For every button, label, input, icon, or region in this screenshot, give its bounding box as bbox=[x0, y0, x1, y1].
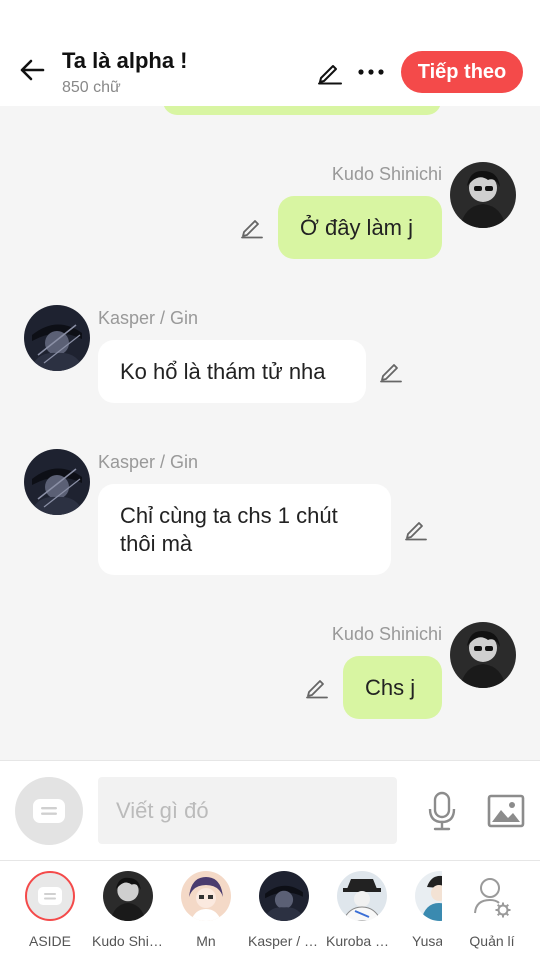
message-text: Chs j bbox=[365, 674, 416, 700]
character-aside[interactable]: ASIDE bbox=[20, 871, 80, 955]
edit-message-button[interactable] bbox=[238, 213, 266, 241]
sender-name: Kudo Shinichi bbox=[331, 624, 442, 644]
message-text: Chỉ cùng ta chs 1 chút thôi mà bbox=[120, 502, 338, 556]
word-count: 850 chữ bbox=[62, 79, 121, 96]
character-kasper-gin[interactable]: Kasper / Gin bbox=[248, 871, 320, 955]
pencil-icon bbox=[380, 364, 402, 383]
pencil-icon bbox=[306, 680, 328, 699]
character-kuroba-kaito[interactable]: Kuroba Kaito bbox=[326, 871, 398, 955]
message-bubble[interactable]: Ko hổ là thám tử nha bbox=[98, 340, 366, 403]
aside-avatar bbox=[25, 871, 75, 921]
voice-input-button[interactable] bbox=[423, 789, 461, 833]
sender-name: Kasper / Gin bbox=[98, 308, 199, 328]
character-label: Kasper / Gin bbox=[248, 933, 320, 949]
avatar bbox=[181, 871, 231, 921]
story-title: Ta là alpha ! bbox=[62, 48, 188, 73]
message-card-icon bbox=[33, 799, 65, 823]
avatar bbox=[103, 871, 153, 921]
avatar bbox=[259, 871, 309, 921]
character-bar: ASIDE Kudo Shinichi Mn bbox=[0, 860, 540, 960]
partial-message-bubble bbox=[163, 106, 441, 115]
character-label: Kudo Shinichi bbox=[92, 933, 164, 949]
avatar bbox=[337, 871, 387, 921]
edit-title-button[interactable] bbox=[314, 56, 346, 88]
pencil-icon bbox=[405, 522, 427, 541]
manage-avatar bbox=[467, 871, 517, 921]
user-settings-icon bbox=[474, 878, 511, 918]
avatar-kudo-shinichi[interactable] bbox=[450, 622, 516, 688]
sender-name: Kudo Shinichi bbox=[331, 164, 442, 184]
header: Ta là alpha ! 850 chữ Tiếp theo bbox=[0, 0, 540, 106]
avatar-kasper-gin[interactable] bbox=[24, 449, 90, 515]
message-text: Ko hổ là thám tử nha bbox=[120, 358, 326, 384]
character-mn[interactable]: Mn bbox=[176, 871, 236, 955]
arrow-left-icon bbox=[20, 59, 45, 81]
avatar-kasper-gin[interactable] bbox=[24, 305, 90, 371]
message-bubble[interactable]: Chs j bbox=[343, 656, 442, 719]
back-button[interactable] bbox=[14, 52, 50, 88]
message-card-icon bbox=[38, 887, 62, 905]
avatar bbox=[415, 871, 442, 921]
edit-message-button[interactable] bbox=[377, 357, 405, 385]
sender-name: Kasper / Gin bbox=[98, 452, 199, 472]
message-bubble[interactable]: Ở đây làm j bbox=[278, 196, 442, 259]
insert-image-button[interactable] bbox=[486, 791, 526, 831]
pencil-icon bbox=[318, 65, 342, 85]
image-icon bbox=[487, 794, 525, 828]
chat-area[interactable]: Kudo Shinichi Ở đây làm j Kasper / Gin K… bbox=[0, 106, 540, 760]
character-kudo-shinichi[interactable]: Kudo Shinichi bbox=[92, 871, 164, 955]
manage-characters-button[interactable]: Quản lí bbox=[462, 871, 522, 955]
microphone-icon bbox=[428, 791, 456, 831]
character-label: Yusaku bbox=[412, 933, 442, 949]
message-bubble[interactable]: Chỉ cùng ta chs 1 chút thôi mà bbox=[98, 484, 391, 575]
aside-toggle-button[interactable] bbox=[15, 777, 83, 845]
more-dots-icon bbox=[358, 69, 384, 75]
character-label: Mn bbox=[196, 933, 216, 949]
character-label: Kuroba Kaito bbox=[326, 933, 398, 949]
avatar-kudo-shinichi[interactable] bbox=[450, 162, 516, 228]
message-input[interactable] bbox=[98, 777, 397, 844]
composer-bar bbox=[0, 760, 540, 860]
pencil-icon bbox=[241, 220, 263, 239]
character-label: ASIDE bbox=[28, 933, 71, 949]
more-options-button[interactable] bbox=[354, 56, 388, 88]
next-button[interactable]: Tiếp theo bbox=[401, 51, 523, 93]
edit-message-button[interactable] bbox=[402, 515, 430, 543]
character-yusaku[interactable]: Yusaku bbox=[410, 871, 442, 955]
edit-message-button[interactable] bbox=[303, 673, 331, 701]
message-text: Ở đây làm j bbox=[300, 214, 414, 240]
character-label: Quản lí bbox=[469, 933, 515, 949]
